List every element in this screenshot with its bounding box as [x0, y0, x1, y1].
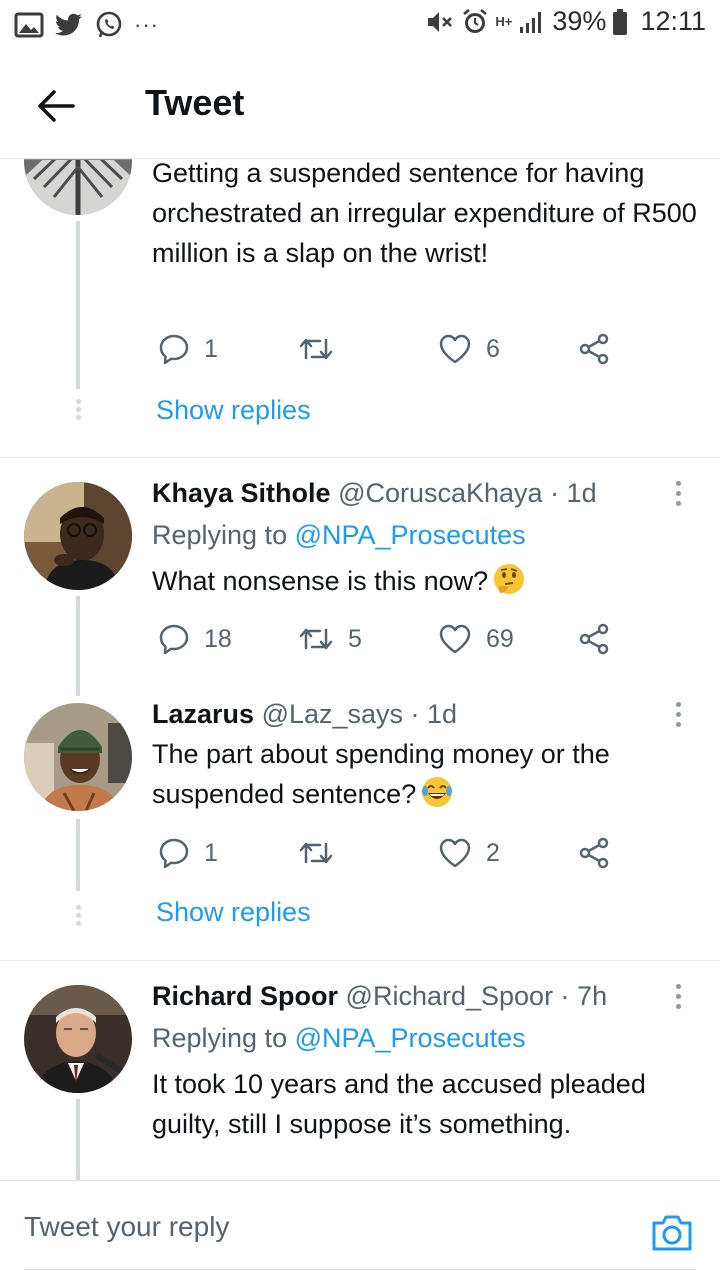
twitter-bird-icon [55, 13, 82, 36]
display-name[interactable]: Lazarus [152, 699, 254, 729]
show-replies-link[interactable]: Show replies [156, 395, 311, 426]
like-button[interactable]: 6 [438, 329, 500, 369]
replying-to: Replying to @NPA_Prosecutes [152, 1018, 526, 1058]
status-time: 12:11 [640, 6, 706, 36]
divider [0, 960, 720, 961]
battery-icon [613, 8, 628, 35]
replying-to: Replying to @NPA_Prosecutes [152, 515, 526, 555]
avatar[interactable] [24, 985, 132, 1093]
like-count: 2 [486, 838, 500, 867]
tweet-actions: 1 6 [152, 329, 622, 369]
like-count: 69 [486, 624, 514, 653]
laughing-tears-icon [422, 777, 453, 807]
divider [0, 457, 720, 458]
battery-percent: 39% [552, 6, 607, 36]
display-name[interactable]: Khaya Sithole [152, 478, 331, 508]
share-icon [579, 623, 609, 655]
heart-icon [439, 334, 471, 364]
share-button[interactable] [578, 619, 610, 659]
share-icon [579, 333, 609, 365]
reply-count: 18 [204, 624, 232, 653]
avatar[interactable] [24, 482, 132, 590]
reply-button[interactable]: 18 [158, 619, 232, 659]
retweet-button[interactable] [298, 833, 348, 873]
whatsapp-icon [96, 11, 122, 38]
reply-compose-bar: Tweet your reply [0, 1180, 720, 1280]
show-replies-link[interactable]: Show replies [156, 897, 311, 928]
tweet-feed[interactable]: Getting a suspended sentence for having … [0, 158, 720, 1180]
thread-line [76, 1099, 80, 1180]
tweet-text: The part about spending money or the sus… [152, 734, 702, 814]
replying-to-label: Replying to [152, 1023, 288, 1053]
status-right: H+ 39% 12:11 [425, 6, 706, 37]
heart-icon [439, 624, 471, 654]
retweet-icon [299, 338, 333, 360]
avatar[interactable] [24, 159, 132, 215]
tweet-header: Lazarus @Laz_says · 1d [152, 694, 457, 734]
share-icon [579, 837, 609, 869]
app-header: Tweet [0, 52, 720, 158]
tweet-text: What nonsense is this now? [152, 561, 702, 601]
retweet-icon [299, 842, 333, 864]
tweet-header: Khaya Sithole @CoruscaKhaya · 1d [152, 473, 597, 513]
tweet-actions: 1 2 [152, 833, 622, 873]
share-button[interactable] [578, 329, 610, 369]
reply-icon [159, 334, 189, 365]
retweet-button[interactable]: 5 [298, 619, 362, 659]
replying-to-label: Replying to [152, 520, 288, 550]
tweet-text: Getting a suspended sentence for having … [152, 158, 697, 268]
thread-line [76, 221, 80, 389]
tweet-text-content: What nonsense is this now? [152, 566, 489, 596]
more-options-button[interactable] [666, 694, 690, 734]
avatar[interactable] [24, 703, 132, 811]
retweet-count: 5 [348, 624, 362, 653]
tweet-header: Richard Spoor @Richard_Spoor · 7h [152, 976, 607, 1016]
tweet-text-content: The part about spending money or the sus… [152, 739, 610, 809]
thinking-face-icon [494, 564, 525, 594]
thread-dots [74, 399, 82, 423]
thread-dots [74, 905, 82, 929]
reply-input[interactable]: Tweet your reply [24, 1211, 229, 1243]
camera-button[interactable] [650, 1211, 694, 1255]
heart-icon [439, 838, 471, 868]
thread-line [76, 819, 80, 891]
reply-button[interactable]: 1 [158, 833, 218, 873]
mute-icon [428, 11, 453, 32]
signal-icon [520, 11, 542, 33]
more-options-button[interactable] [666, 976, 690, 1016]
reply-button[interactable]: 1 [158, 329, 218, 369]
display-name[interactable]: Richard Spoor [152, 981, 338, 1011]
status-bar: ··· H+ 39% 12:11 [0, 0, 720, 52]
share-button[interactable] [578, 833, 610, 873]
more-options-button[interactable] [666, 473, 690, 513]
like-count: 6 [486, 334, 500, 363]
camera-icon [652, 1215, 692, 1251]
like-button[interactable]: 2 [438, 833, 500, 873]
like-button[interactable]: 69 [438, 619, 514, 659]
more-notifications-icon: ··· [134, 12, 159, 37]
back-button[interactable] [30, 80, 82, 132]
page-title: Tweet [145, 82, 245, 123]
handle-time[interactable]: @Laz_says · 1d [262, 699, 458, 729]
mention-link[interactable]: @NPA_Prosecutes [295, 520, 526, 550]
reply-icon [159, 624, 189, 655]
tweet-text: It took 10 years and the accused pleaded… [152, 1069, 646, 1139]
alarm-icon [463, 8, 488, 33]
retweet-icon [299, 628, 333, 650]
handle-time[interactable]: @Richard_Spoor · 7h [346, 981, 608, 1011]
status-left: ··· [14, 10, 159, 40]
reply-count: 1 [204, 838, 218, 867]
reply-count: 1 [204, 334, 218, 363]
mention-link[interactable]: @NPA_Prosecutes [295, 1023, 526, 1053]
gallery-icon [14, 12, 44, 38]
retweet-button[interactable] [298, 329, 348, 369]
network-type-label: H+ [495, 14, 513, 29]
thread-line [76, 596, 80, 696]
reply-icon [159, 838, 189, 869]
input-underline [24, 1269, 696, 1270]
handle-time[interactable]: @CoruscaKhaya · 1d [338, 478, 597, 508]
arrow-left-icon [38, 90, 75, 122]
tweet-actions: 18 5 69 [152, 619, 622, 659]
